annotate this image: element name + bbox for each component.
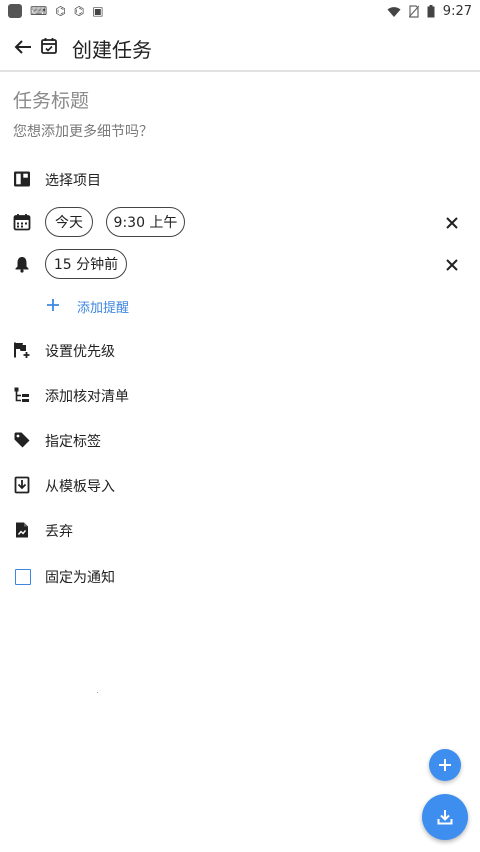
import-template-label: 从模板导入 bbox=[45, 479, 115, 495]
a-icon: ▣ bbox=[92, 4, 104, 18]
task-title-input[interactable]: 任务标题 bbox=[13, 86, 89, 113]
plus-icon bbox=[439, 759, 451, 771]
time-chip[interactable]: 9:30 上午 bbox=[106, 207, 185, 237]
assign-tag-label: 指定标签 bbox=[45, 434, 101, 450]
status-bar-notifications: ⌨ ⌬ ⌬ ▣ bbox=[8, 4, 104, 18]
checkbox-icon[interactable] bbox=[15, 569, 31, 585]
pin-notification-label: 固定为通知 bbox=[45, 570, 115, 586]
due-date-row: 今天 9:30 上午 bbox=[0, 207, 480, 239]
status-bar-system: 9:27 bbox=[387, 4, 472, 19]
clear-due-date-icon[interactable] bbox=[444, 215, 460, 231]
task-description-input[interactable]: 您想添加更多细节吗？ bbox=[13, 121, 153, 141]
assign-tag-row[interactable]: 指定标签 bbox=[0, 422, 480, 458]
tag-icon bbox=[14, 432, 30, 448]
no-sim-icon bbox=[408, 5, 419, 18]
discard-label: 丢弃 bbox=[45, 524, 73, 540]
add-fab-button[interactable] bbox=[429, 749, 461, 781]
pin-notification-row[interactable]: 固定为通知 bbox=[0, 558, 480, 594]
select-project-label: 选择项目 bbox=[45, 173, 101, 189]
template-import-icon bbox=[14, 476, 30, 494]
debug-icon: ⌬ bbox=[73, 4, 85, 18]
set-priority-label: 设置优先级 bbox=[45, 344, 115, 360]
set-priority-row[interactable]: 设置优先级 bbox=[0, 332, 480, 368]
debug-icon: ⌬ bbox=[55, 4, 66, 18]
arrow-left-icon[interactable] bbox=[12, 36, 34, 58]
keyboard-icon: ⌨ bbox=[30, 4, 48, 18]
calendar-icon bbox=[13, 214, 31, 231]
calendar-check-icon[interactable] bbox=[40, 37, 58, 55]
artifact-dot bbox=[97, 692, 98, 693]
download-icon bbox=[437, 810, 453, 825]
reminder-chip[interactable]: 15 分钟前 bbox=[45, 249, 127, 279]
project-board-icon bbox=[14, 171, 30, 187]
discard-file-icon bbox=[16, 522, 28, 538]
page-title: 创建任务 bbox=[72, 38, 152, 62]
app-bar: 创建任务 bbox=[0, 24, 480, 70]
appbar-divider bbox=[0, 70, 480, 72]
add-checklist-label: 添加核对清单 bbox=[45, 389, 129, 405]
clear-reminder-icon[interactable] bbox=[444, 257, 460, 273]
import-template-row[interactable]: 从模板导入 bbox=[0, 467, 480, 503]
select-project-row[interactable]: 选择项目 bbox=[0, 161, 480, 197]
app-icon bbox=[8, 4, 22, 18]
battery-icon bbox=[427, 5, 435, 18]
add-reminder-label: 添加提醒 bbox=[77, 301, 130, 316]
status-bar: ⌨ ⌬ ⌬ ▣ 9:27 bbox=[0, 0, 480, 24]
bell-icon bbox=[15, 257, 29, 273]
reminder-row: 15 分钟前 bbox=[0, 249, 480, 281]
wifi-icon bbox=[387, 6, 401, 17]
save-fab-button[interactable] bbox=[422, 794, 468, 840]
priority-flag-icon bbox=[14, 342, 30, 358]
discard-row[interactable]: 丢弃 bbox=[0, 512, 480, 548]
date-chip[interactable]: 今天 bbox=[45, 207, 93, 237]
checklist-icon bbox=[14, 387, 29, 402]
status-time: 9:27 bbox=[442, 4, 472, 19]
plus-icon bbox=[47, 299, 59, 311]
add-checklist-row[interactable]: 添加核对清单 bbox=[0, 377, 480, 413]
